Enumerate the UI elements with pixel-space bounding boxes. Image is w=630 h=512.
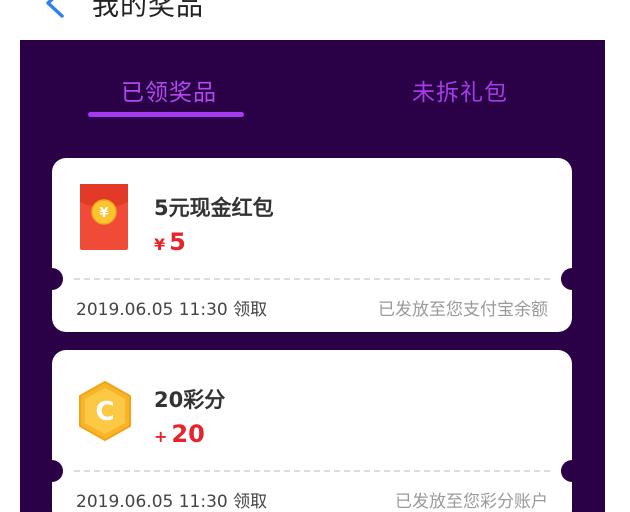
prize-value: +20 bbox=[154, 420, 205, 448]
prize-card[interactable]: C 20彩分 +20 2019.06.05 11:30 领取 已发放至您彩分账户 bbox=[41, 350, 583, 512]
dashed-divider bbox=[74, 278, 550, 280]
claim-time: 2019.06.05 11:30 领取 bbox=[76, 492, 268, 512]
delivery-status: 已发放至您彩分账户 bbox=[395, 492, 548, 512]
coin-letter-glyph: C bbox=[95, 397, 114, 427]
back-button[interactable] bbox=[38, 0, 72, 20]
prize-tabs: 已领奖品 未拆礼包 bbox=[20, 40, 605, 120]
prize-name: 5元现金红包 bbox=[154, 196, 274, 220]
currency-symbol: ¥ bbox=[154, 235, 166, 254]
red-envelope-icon: ¥ bbox=[80, 184, 128, 250]
top-bar: 我的奖品 bbox=[0, 0, 630, 40]
ticket-notch-right bbox=[561, 460, 583, 482]
plus-symbol: + bbox=[154, 427, 168, 446]
chevron-left-icon bbox=[46, 0, 64, 18]
ticket-notch-right bbox=[561, 268, 583, 290]
prizes-panel: 已领奖品 未拆礼包 ¥ 5元现金红包 ¥5 2019.06.05 11:30 领… bbox=[20, 40, 605, 512]
delivery-status: 已发放至您支付宝余额 bbox=[378, 300, 548, 320]
tab-claimed-prizes[interactable]: 已领奖品 bbox=[121, 73, 217, 107]
prize-value: ¥5 bbox=[154, 228, 186, 256]
page-title: 我的奖品 bbox=[92, 0, 204, 22]
prize-name: 20彩分 bbox=[154, 388, 226, 412]
claim-time: 2019.06.05 11:30 领取 bbox=[76, 300, 268, 320]
prize-amount: 20 bbox=[171, 420, 205, 448]
ticket-notch-left bbox=[41, 460, 63, 482]
prize-card[interactable]: ¥ 5元现金红包 ¥5 2019.06.05 11:30 领取 已发放至您支付宝… bbox=[41, 158, 583, 332]
coin-c-icon: C bbox=[76, 380, 134, 442]
prize-amount: 5 bbox=[169, 228, 186, 256]
tab-unopened-gifts[interactable]: 未拆礼包 bbox=[412, 73, 508, 107]
active-tab-indicator bbox=[88, 112, 244, 117]
dashed-divider bbox=[74, 470, 550, 472]
ticket-notch-left bbox=[41, 268, 63, 290]
envelope-yen-glyph: ¥ bbox=[99, 206, 108, 221]
